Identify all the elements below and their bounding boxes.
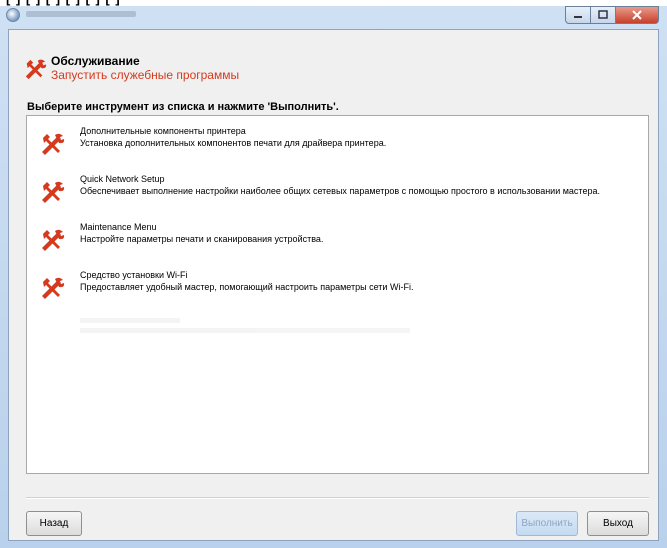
maximize-icon: [598, 10, 608, 19]
tool-description: Обеспечивает выполнение настройки наибол…: [80, 186, 600, 196]
window-controls: [565, 6, 659, 24]
dialog-client-area: Обслуживание Запустить служебные програм…: [8, 29, 659, 541]
tool-name: Средство установки Wi-Fi: [80, 270, 188, 280]
maximize-button[interactable]: [591, 6, 616, 24]
tool-name: Maintenance Menu: [80, 222, 157, 232]
minimize-icon: [574, 16, 582, 18]
close-icon: [632, 10, 642, 20]
close-button[interactable]: [616, 6, 659, 24]
tool-item-maintenance-menu[interactable]: Maintenance Menu Настройте параметры печ…: [27, 218, 648, 262]
tools-icon: [25, 59, 47, 80]
run-button[interactable]: Выполнить: [516, 511, 578, 536]
back-button[interactable]: Назад: [26, 511, 82, 536]
tool-name: Дополнительные компоненты принтера: [80, 126, 246, 136]
tools-icon: [42, 229, 65, 251]
minimize-button[interactable]: [565, 6, 591, 24]
tools-icon: [42, 181, 65, 203]
app-icon: [6, 8, 20, 22]
tool-description: Предоставляет удобный мастер, помогающий…: [80, 282, 414, 292]
tool-description: Установка дополнительных компонентов печ…: [80, 138, 387, 148]
tools-icon: [42, 133, 65, 155]
tool-name: Quick Network Setup: [80, 174, 165, 184]
title-bar: [0, 6, 667, 28]
footer-divider: [26, 497, 649, 499]
app-window: Обслуживание Запустить служебные програм…: [0, 6, 667, 548]
tool-item-wifi-setup[interactable]: Средство установки Wi-Fi Предоставляет у…: [27, 266, 648, 310]
page-subtitle: Запустить служебные программы: [51, 68, 240, 82]
exit-button[interactable]: Выход: [587, 511, 649, 536]
page-title: Обслуживание: [51, 54, 140, 68]
tools-list[interactable]: Дополнительные компоненты принтера Устан…: [26, 115, 649, 474]
tool-description: Настройте параметры печати и сканировани…: [80, 234, 324, 244]
instruction-text: Выберите инструмент из списка и нажмите …: [27, 101, 339, 113]
faded-list-item: [27, 314, 648, 344]
window-title-blurred: [26, 11, 136, 17]
tool-item-quick-network-setup[interactable]: Quick Network Setup Обеспечивает выполне…: [27, 170, 648, 214]
tool-item-printer-components[interactable]: Дополнительные компоненты принтера Устан…: [27, 122, 648, 166]
tools-icon: [42, 277, 65, 299]
